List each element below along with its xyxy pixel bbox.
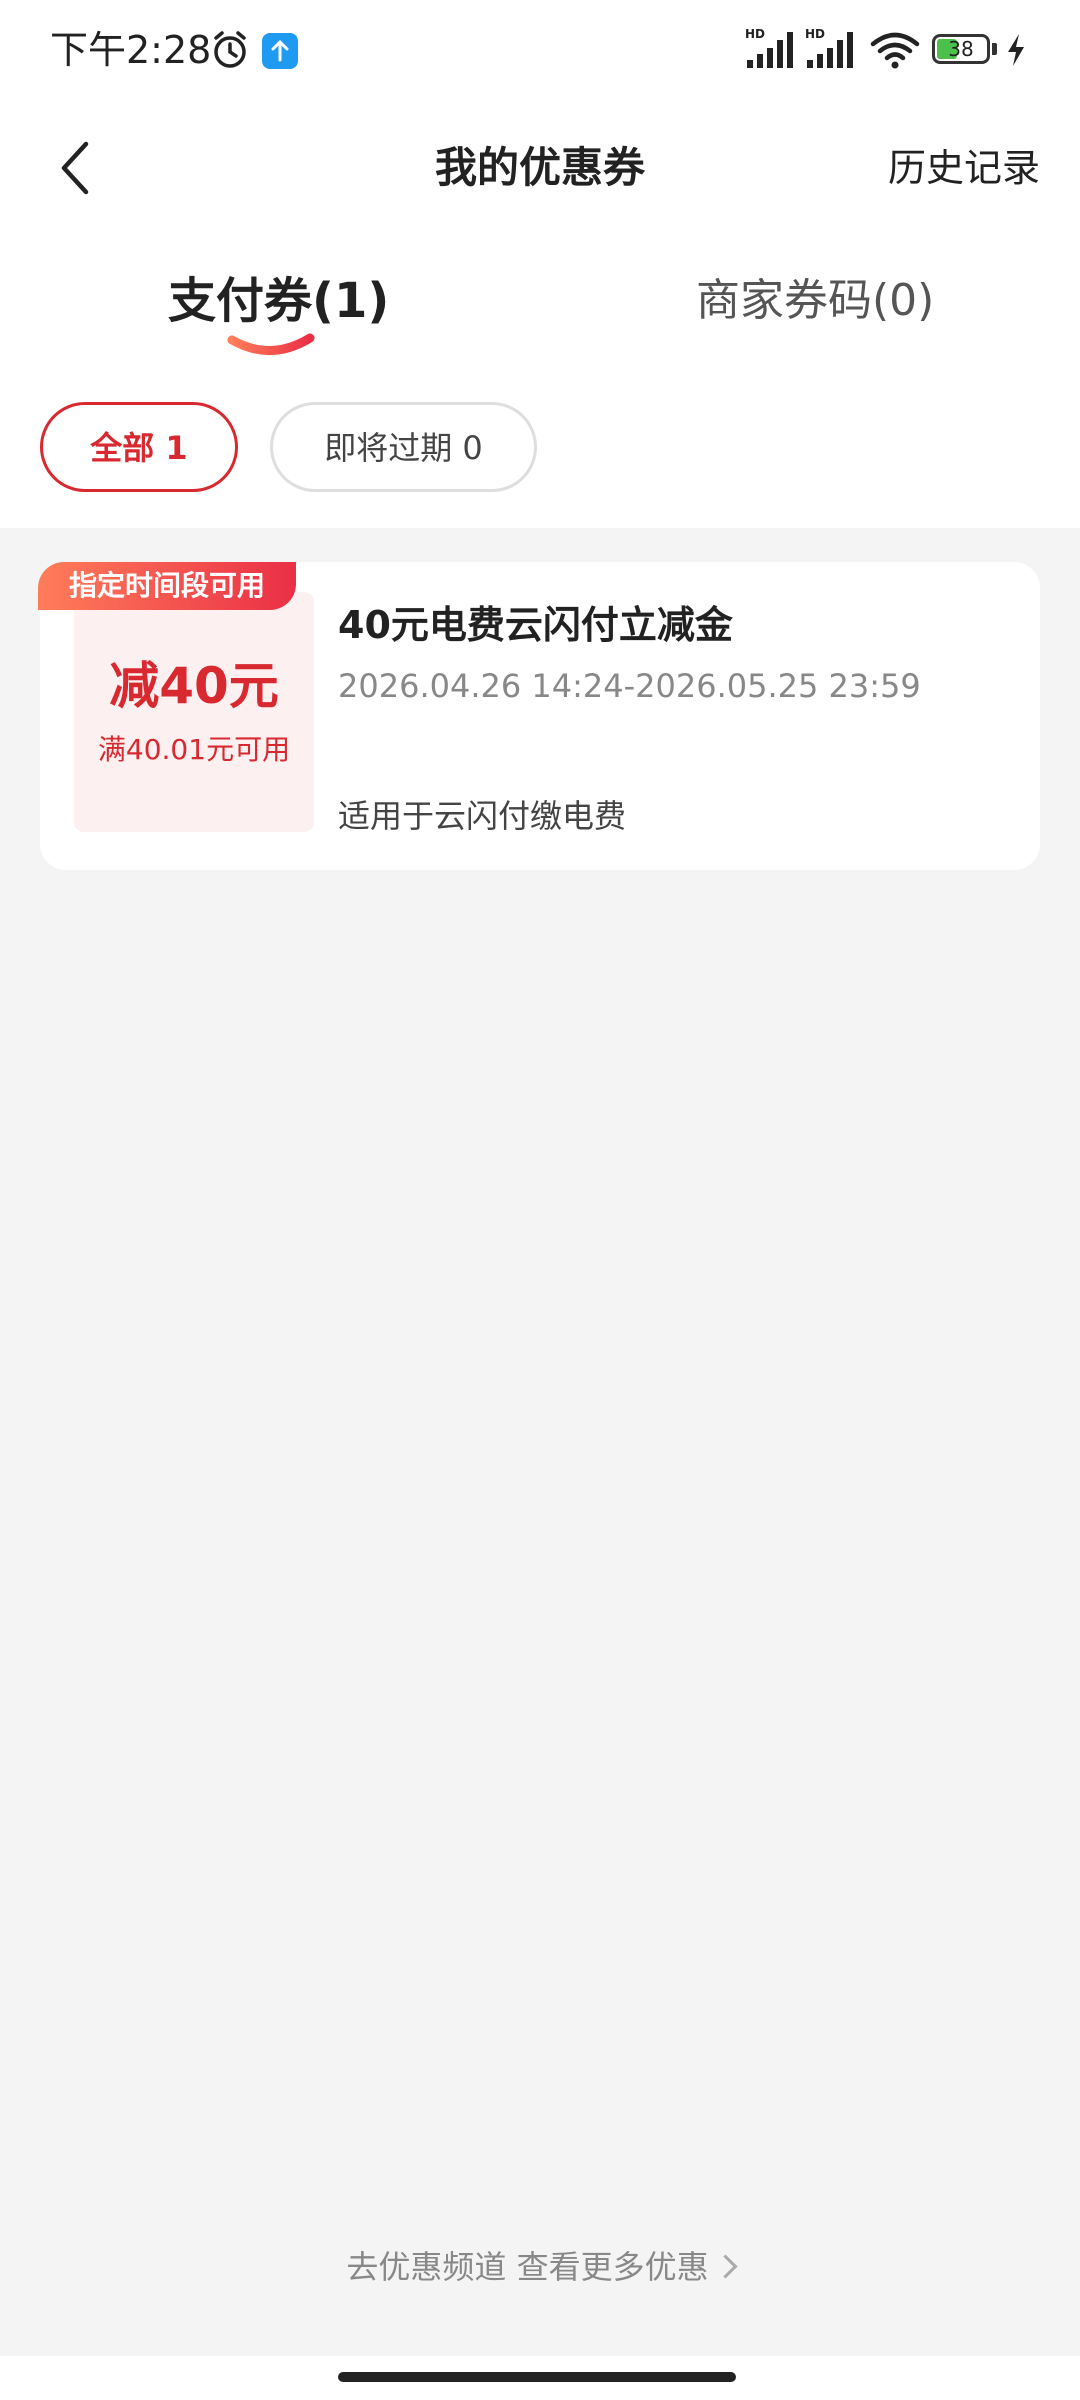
active-tab-indicator xyxy=(227,333,315,355)
upload-icon xyxy=(262,33,298,69)
coupon-title: 40元电费云闪付立减金 xyxy=(338,603,733,647)
battery-icon: 38 xyxy=(932,34,990,64)
chevron-right-icon xyxy=(713,2253,738,2279)
filter-all-chip[interactable]: 全部 1 xyxy=(40,402,238,492)
battery-level: 38 xyxy=(948,37,974,61)
history-button[interactable]: 历史记录 xyxy=(888,138,1040,198)
charging-icon xyxy=(1008,34,1024,66)
more-offers-link[interactable]: 去优惠频道 查看更多优惠 xyxy=(0,2242,1080,2292)
home-indicator[interactable] xyxy=(338,2372,736,2382)
coupon-card[interactable]: 减40元 满40.01元可用 指定时间段可用 40元电费云闪付立减金 2026.… xyxy=(38,562,1040,870)
svg-text:HD: HD xyxy=(745,27,765,41)
coupon-threshold: 满40.01元可用 xyxy=(97,733,291,766)
signal-icon-2: HD xyxy=(805,27,853,68)
wifi-icon xyxy=(870,32,920,69)
svg-text:HD: HD xyxy=(805,27,825,41)
coupon-validity-period: 2026.04.26 14:24-2026.05.25 23:59 xyxy=(338,667,921,705)
signal-icon: HD xyxy=(745,27,793,68)
coupon-amount: 减40元 xyxy=(109,657,279,715)
filter-expiring-chip[interactable]: 即将过期 0 xyxy=(270,402,537,492)
more-offers-label: 去优惠频道 查看更多优惠 xyxy=(346,2248,709,2286)
coupon-amount-box: 减40元 满40.01元可用 xyxy=(74,592,314,832)
coupon-time-tag: 指定时间段可用 xyxy=(38,562,296,610)
coupon-scope: 适用于云闪付缴电费 xyxy=(338,797,627,835)
status-time: 下午2:28 xyxy=(50,28,212,72)
tab-merchant-codes[interactable]: 商家券码(0) xyxy=(696,266,934,336)
battery-cap xyxy=(992,43,997,55)
alarm-icon xyxy=(214,31,246,68)
tab-payment-coupons[interactable]: 支付券(1) xyxy=(168,266,389,336)
